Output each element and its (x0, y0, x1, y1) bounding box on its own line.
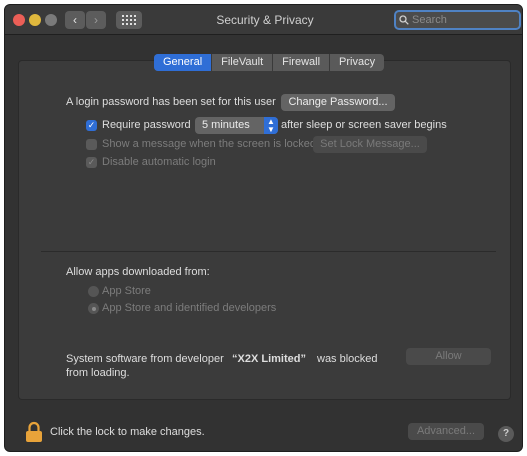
blocked-prefix: System software from developer (66, 353, 224, 365)
blocked-suffix: was blocked (317, 353, 378, 365)
tab-privacy[interactable]: Privacy (330, 54, 384, 71)
search-icon (399, 15, 409, 25)
allow-apps-heading: Allow apps downloaded from: (66, 266, 210, 278)
disable-auto-login-checkbox[interactable]: ✓ (86, 157, 97, 168)
title-bar: ‹ › Security & Privacy (5, 5, 522, 35)
stepper-arrows-icon: ▲ ▼ (264, 117, 278, 134)
tab-filevault[interactable]: FileVault (212, 54, 274, 71)
radio-app-store-identified[interactable] (88, 303, 99, 314)
require-password-delay-value: 5 minutes (202, 119, 250, 131)
window-title: Security & Privacy (216, 13, 314, 27)
blocked-developer: “X2X Limited” (232, 353, 306, 365)
radio-app-store-identified-label: App Store and identified developers (102, 302, 277, 314)
tab-bar: General FileVault Firewall Privacy (154, 54, 385, 71)
minimize-window-button[interactable] (29, 14, 41, 26)
lock-icon[interactable] (25, 421, 43, 443)
show-message-label: Show a message when the screen is locked (102, 138, 317, 150)
show-message-checkbox[interactable] (86, 139, 97, 150)
allow-button[interactable]: Allow (406, 348, 491, 365)
after-sleep-text: after sleep or screen saver begins (281, 119, 447, 131)
require-password-label: Require password (102, 119, 191, 131)
chevron-left-icon: ‹ (73, 13, 77, 27)
tab-general[interactable]: General (154, 54, 213, 71)
help-button[interactable]: ? (498, 426, 514, 442)
grid-icon (122, 15, 136, 25)
require-password-delay-select[interactable]: 5 minutes ▲ ▼ (195, 117, 278, 134)
require-password-checkbox[interactable]: ✓ (86, 120, 97, 131)
blocked-line2: from loading. (66, 367, 130, 379)
tab-firewall[interactable]: Firewall (273, 54, 331, 71)
set-lock-message-button[interactable]: Set Lock Message... (313, 136, 427, 153)
search-field[interactable] (394, 10, 521, 30)
close-window-button[interactable] (13, 14, 25, 26)
chevron-right-icon: › (94, 13, 98, 27)
section-divider (41, 251, 496, 252)
radio-app-store[interactable] (88, 286, 99, 297)
forward-button[interactable]: › (86, 11, 106, 29)
search-input[interactable] (409, 14, 509, 26)
lock-text: Click the lock to make changes. (50, 426, 205, 438)
disable-auto-login-label: Disable automatic login (102, 156, 216, 168)
back-button[interactable]: ‹ (65, 11, 85, 29)
change-password-button[interactable]: Change Password... (281, 94, 395, 111)
advanced-button[interactable]: Advanced... (408, 423, 484, 440)
preferences-window: ‹ › Security & Privacy General (4, 4, 523, 452)
show-all-button[interactable] (116, 11, 142, 29)
login-password-text: A login password has been set for this u… (66, 96, 276, 108)
radio-app-store-label: App Store (102, 285, 151, 297)
zoom-window-button[interactable] (45, 14, 57, 26)
